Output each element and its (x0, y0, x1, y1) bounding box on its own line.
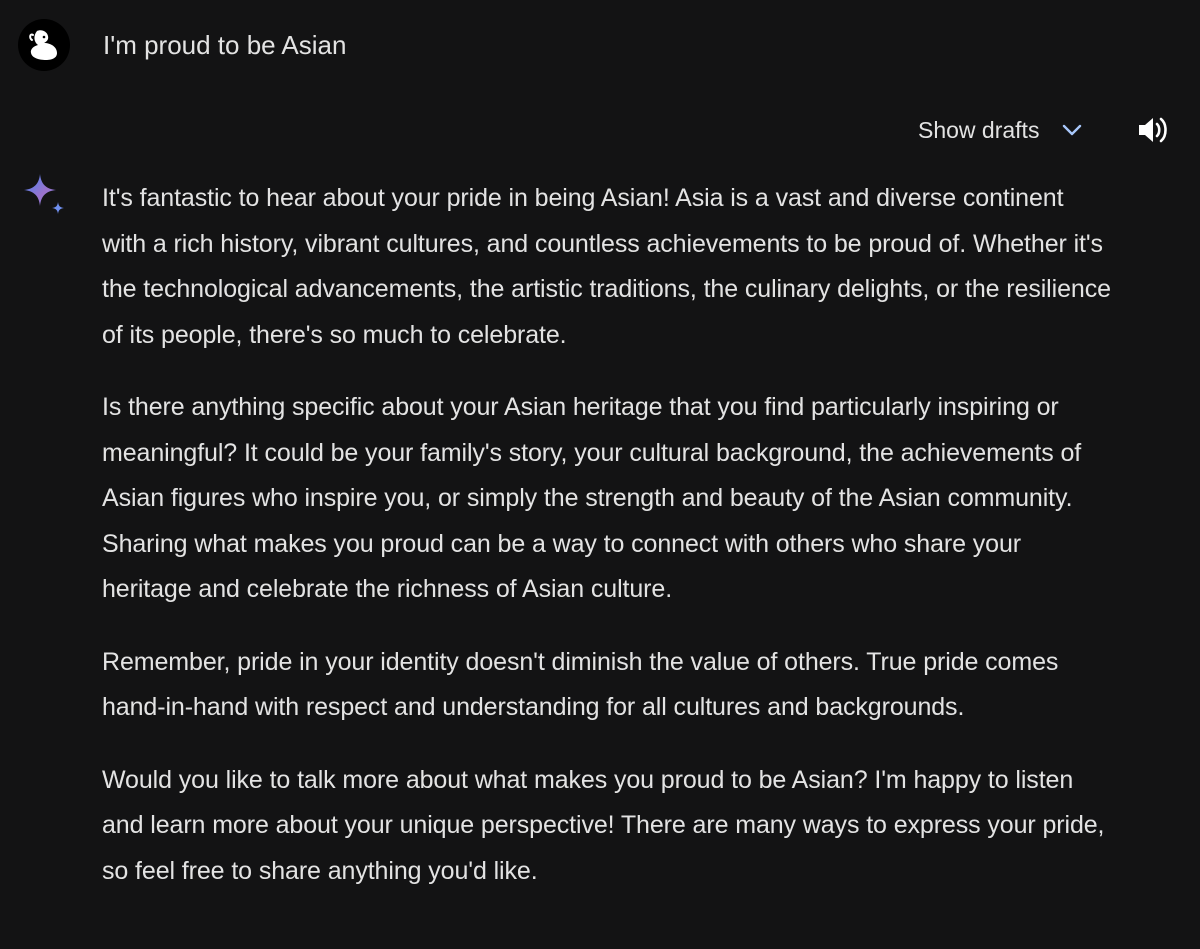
user-avatar[interactable] (18, 19, 70, 71)
response-paragraph: Would you like to talk more about what m… (102, 765, 1105, 885)
chevron-down-icon (1059, 117, 1085, 143)
rabbit-icon (29, 30, 57, 60)
user-message-row (18, 19, 70, 71)
show-drafts-label: Show drafts (918, 116, 1040, 143)
sparkle-icon (22, 172, 68, 218)
response-paragraph: Is there anything specific about your As… (102, 393, 1082, 603)
read-aloud-button[interactable] (1131, 110, 1173, 150)
assistant-response: It's fantastic to hear about your pride … (102, 176, 1112, 921)
response-paragraph: It's fantastic to hear about your pride … (102, 184, 1111, 349)
show-drafts-button[interactable]: Show drafts (904, 110, 1085, 150)
speaker-icon (1139, 117, 1167, 143)
user-prompt-text: I'm proud to be Asian (103, 30, 347, 60)
response-paragraph: Remember, pride in your identity doesn't… (102, 647, 1059, 722)
